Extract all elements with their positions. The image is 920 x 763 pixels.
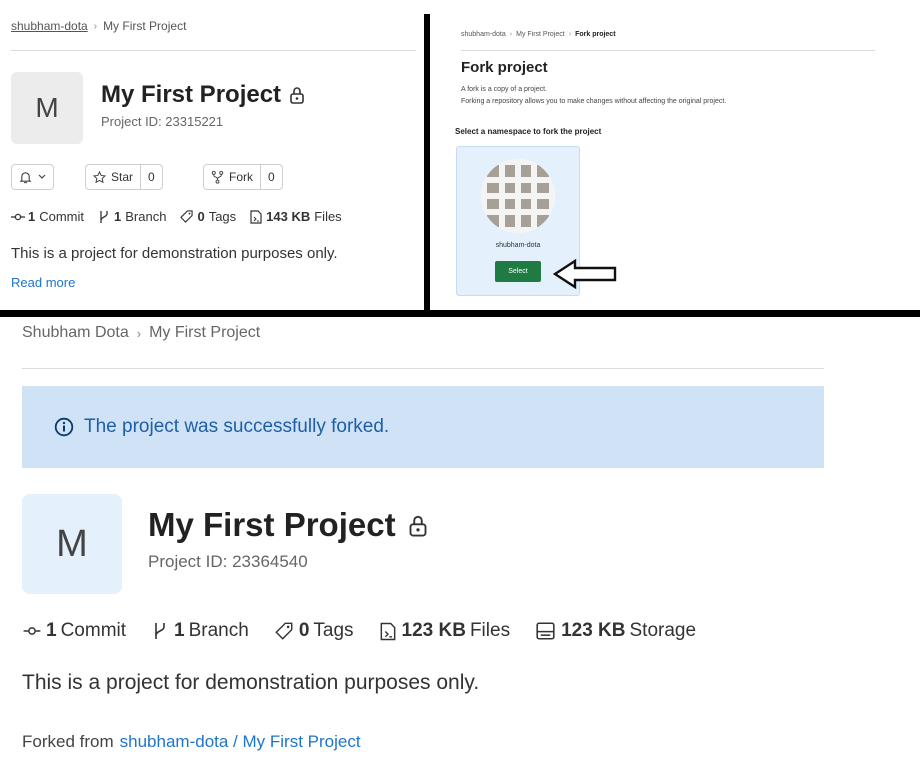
branches-count: 1 (114, 209, 122, 224)
project-title-row: My First Project (101, 81, 305, 109)
breadcrumb-project[interactable]: My First Project (516, 31, 565, 38)
project-id: Project ID: 23364540 (148, 552, 308, 571)
commit-icon (22, 625, 42, 637)
chevron-right-icon: › (136, 325, 142, 341)
chevron-right-icon: › (509, 31, 513, 38)
storage-icon (536, 622, 555, 640)
select-namespace-label: Select a namespace to fork the project (455, 127, 602, 136)
commits-count: 1 (46, 620, 57, 641)
info-icon (54, 417, 74, 437)
namespace-avatar (481, 159, 555, 233)
branches-count: 1 (174, 620, 185, 641)
project-title-row: My First Project (148, 506, 428, 544)
storage-size: 123 KB (561, 620, 626, 641)
project-title: My First Project (148, 506, 396, 543)
breadcrumb-namespace[interactable]: shubham-dota (11, 19, 88, 33)
breadcrumb-current: Fork project (575, 31, 616, 38)
storage-label: Storage (629, 620, 697, 641)
commits-count: 1 (28, 209, 36, 224)
notification-dropdown[interactable] (11, 164, 54, 190)
project-title: My First Project (101, 81, 282, 108)
commits-stat[interactable]: 1 Commit (11, 209, 84, 224)
commits-label: Commit (60, 620, 127, 641)
branches-label: Branch (125, 209, 167, 224)
tags-label: Tags (208, 209, 237, 224)
files-label: Files (469, 620, 511, 641)
select-button[interactable]: Select (495, 261, 541, 282)
vertical-divider (424, 14, 430, 314)
tags-label: Tags (313, 620, 354, 641)
header-divider (11, 50, 416, 51)
tags-count: 0 (298, 620, 310, 641)
forked-from-prefix: Forked from (22, 732, 114, 751)
fork-breadcrumb: shubham-dota › My First Project › Fork p… (461, 31, 616, 38)
success-alert: The project was successfully forked. (22, 386, 824, 468)
branch-icon (98, 210, 110, 224)
chevron-right-icon: › (93, 20, 98, 32)
breadcrumb-project[interactable]: My First Project (149, 324, 260, 342)
branch-icon (152, 621, 168, 641)
bottom-breadcrumb: Shubham Dota › My First Project (22, 324, 260, 342)
file-icon (380, 622, 396, 641)
files-stat[interactable]: 143 KB Files (250, 209, 342, 224)
tag-icon (275, 622, 293, 640)
fork-desc-line1: A fork is a copy of a project. (461, 86, 547, 93)
breadcrumb: shubham-dota › My First Project (11, 19, 186, 33)
commits-stat[interactable]: 1 Commit (22, 620, 126, 642)
commits-label: Commit (39, 209, 85, 224)
project-avatar: M (11, 72, 83, 144)
arrow-icon (551, 258, 621, 295)
chevron-down-icon (38, 174, 46, 180)
avatar-letter: M (56, 522, 88, 565)
fork-label: Fork (229, 170, 253, 184)
files-size: 123 KB (401, 620, 466, 641)
forked-from-link[interactable]: shubham-dota / My First Project (120, 732, 361, 752)
tags-stat[interactable]: 0 Tags (275, 620, 354, 642)
commit-icon (11, 212, 25, 222)
namespace-name: shubham-dota (495, 242, 541, 249)
star-button[interactable]: Star 0 (85, 164, 163, 190)
fork-title: Fork project (461, 59, 548, 76)
breadcrumb-namespace[interactable]: Shubham Dota (22, 324, 129, 342)
read-more-link[interactable]: Read more (11, 275, 75, 290)
breadcrumb-namespace[interactable]: shubham-dota (461, 31, 506, 38)
files-label: Files (314, 209, 342, 224)
fork-desc-line2: Forking a repository allows you to make … (461, 98, 727, 105)
storage-stat[interactable]: 123 KB Storage (536, 620, 696, 642)
files-stat[interactable]: 123 KB Files (380, 620, 511, 642)
branches-stat[interactable]: 1 Branch (98, 209, 166, 224)
forked-from: Forked from shubham-dota / My First Proj… (22, 732, 361, 752)
project-description: This is a project for demonstration purp… (11, 245, 338, 262)
horizontal-divider (0, 310, 920, 317)
project-description: This is a project for demonstration purp… (22, 671, 480, 694)
project-id: Project ID: 23315221 (101, 114, 224, 129)
bell-icon (19, 171, 32, 184)
files-size: 143 KB (266, 209, 311, 224)
star-label: Star (111, 170, 134, 184)
branches-label: Branch (188, 620, 249, 641)
star-icon (93, 170, 106, 184)
branches-stat[interactable]: 1 Branch (152, 620, 249, 642)
tags-stat[interactable]: 0 Tags (180, 209, 236, 224)
breadcrumb-project[interactable]: My First Project (103, 19, 186, 33)
lock-icon (289, 86, 305, 104)
chevron-right-icon: › (568, 31, 572, 38)
project-stats: 1 Commit 1 Branch 0 Tags 143 KB Files (11, 209, 342, 224)
tags-count: 0 (197, 209, 205, 224)
fork-button[interactable]: Fork 0 (203, 164, 283, 190)
bottom-header-divider (22, 368, 824, 369)
project-avatar: M (22, 494, 122, 594)
lock-icon (408, 514, 428, 537)
tag-icon (180, 210, 194, 223)
project-stats: 1 Commit 1 Branch 0 Tags 123 KB Files 12… (22, 620, 696, 642)
alert-text: The project was successfully forked. (84, 416, 390, 437)
file-icon (250, 209, 262, 224)
star-count: 0 (140, 165, 162, 189)
fork-icon (211, 170, 224, 184)
fork-header-divider (461, 50, 875, 51)
avatar-letter: M (35, 92, 59, 123)
fork-count: 0 (260, 165, 282, 189)
